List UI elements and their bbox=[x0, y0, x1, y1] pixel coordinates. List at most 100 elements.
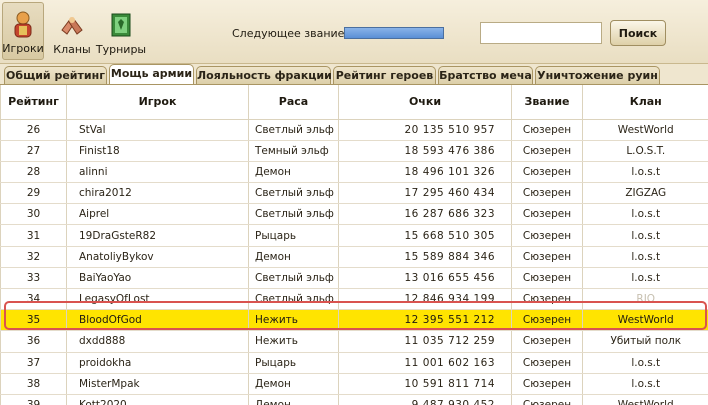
cell-player[interactable]: LegasyOfLost bbox=[66, 288, 249, 311]
cell-title: Сюзерен bbox=[511, 246, 583, 268]
table-row[interactable]: 31 19DraGsteR82 Рыцарь 15 668 510 305 Сю… bbox=[0, 224, 708, 247]
cell-player[interactable]: BloodOfGod bbox=[66, 309, 249, 332]
cell-clan[interactable]: ZIGZAG bbox=[582, 182, 708, 205]
header-race[interactable]: Раса bbox=[248, 85, 339, 120]
table-row-highlighted[interactable]: 35 BloodOfGod Нежить 12 395 551 212 Сюзе… bbox=[0, 309, 708, 332]
header-score[interactable]: Очки bbox=[338, 85, 512, 120]
cell-title: Сюзерен bbox=[511, 330, 583, 353]
cell-clan[interactable]: WestWorld bbox=[582, 394, 708, 405]
rating-tabs: Общий рейтинг Мощь армии Лояльность фрак… bbox=[0, 64, 708, 84]
cell-score: 17 295 460 434 bbox=[338, 182, 512, 205]
cell-clan[interactable]: Убитый полк bbox=[582, 330, 708, 353]
table-row[interactable]: 36 dxdd888 Нежить 11 035 712 259 Сюзерен… bbox=[0, 330, 708, 353]
cell-race: Нежить bbox=[248, 330, 339, 353]
cell-score: 16 287 686 323 bbox=[338, 203, 512, 226]
cell-title: Сюзерен bbox=[511, 352, 583, 374]
tab-ruins-destruction[interactable]: Уничтожение руин bbox=[535, 66, 660, 84]
clans-icon bbox=[57, 10, 87, 40]
cell-rank: 32 bbox=[0, 246, 67, 268]
table-row[interactable]: 37 proidokha Рыцарь 11 001 602 163 Сюзер… bbox=[0, 352, 708, 374]
cell-player[interactable]: alinni bbox=[66, 161, 249, 184]
table-row[interactable]: 26 StVal Светлый эльф 20 135 510 957 Сюз… bbox=[0, 119, 708, 141]
cell-title: Сюзерен bbox=[511, 140, 583, 162]
tab-army-power[interactable]: Мощь армии bbox=[109, 64, 194, 84]
cell-player[interactable]: proidokha bbox=[66, 352, 249, 374]
cell-rank: 29 bbox=[0, 182, 67, 205]
cell-score: 11 001 602 163 bbox=[338, 352, 512, 374]
cell-player[interactable]: Kott2020 bbox=[66, 394, 249, 405]
header-clan[interactable]: Клан bbox=[582, 85, 708, 120]
cell-clan[interactable]: l.o.s.t bbox=[582, 161, 708, 184]
cell-title: Сюзерен bbox=[511, 267, 583, 290]
next-rank-progress-bar bbox=[344, 27, 444, 39]
cell-rank: 27 bbox=[0, 140, 67, 162]
cell-player[interactable]: 19DraGsteR82 bbox=[66, 224, 249, 247]
cell-player[interactable]: Finist18 bbox=[66, 140, 249, 162]
cell-race: Демон bbox=[248, 246, 339, 268]
header-rank[interactable]: Рейтинг bbox=[0, 85, 67, 120]
nav-players-button[interactable]: Игроки bbox=[2, 2, 44, 60]
cell-title: Сюзерен bbox=[511, 224, 583, 247]
cell-rank: 33 bbox=[0, 267, 67, 290]
cell-race: Демон bbox=[248, 161, 339, 184]
cell-race: Демон bbox=[248, 373, 339, 395]
cell-rank: 38 bbox=[0, 373, 67, 395]
cell-player[interactable]: dxdd888 bbox=[66, 330, 249, 353]
search-button[interactable]: Поиск bbox=[610, 20, 666, 46]
cell-player[interactable]: MisterMpak bbox=[66, 373, 249, 395]
nav-players-label: Игроки bbox=[2, 42, 44, 55]
cell-clan[interactable]: l.o.s.t bbox=[582, 352, 708, 374]
cell-score: 12 395 551 212 bbox=[338, 309, 512, 332]
cell-player[interactable]: BaiYaoYao bbox=[66, 267, 249, 290]
cell-player[interactable]: Aiprel bbox=[66, 203, 249, 226]
nav-tournaments-button[interactable]: Турниры bbox=[96, 2, 146, 60]
cell-race: Демон bbox=[248, 394, 339, 405]
cell-score: 12 846 934 199 bbox=[338, 288, 512, 311]
table-row[interactable]: 27 Finist18 Темный эльф 18 593 476 386 С… bbox=[0, 140, 708, 162]
cell-title: Сюзерен bbox=[511, 182, 583, 205]
table-row[interactable]: 28 alinni Демон 18 496 101 326 Сюзерен l… bbox=[0, 161, 708, 184]
table-header-row: Рейтинг Игрок Раса Очки Звание Клан bbox=[0, 85, 708, 120]
cell-clan[interactable]: l.o.s.t bbox=[582, 246, 708, 268]
table-row[interactable]: 39 Kott2020 Демон 9 487 930 452 Сюзерен … bbox=[0, 394, 708, 405]
cell-clan[interactable]: l.o.s.t bbox=[582, 373, 708, 395]
tab-sword-brotherhood[interactable]: Братство меча bbox=[438, 66, 533, 84]
cell-player[interactable]: StVal bbox=[66, 119, 249, 141]
nav-clans-button[interactable]: Кланы bbox=[52, 2, 92, 60]
cell-race: Нежить bbox=[248, 309, 339, 332]
header-player[interactable]: Игрок bbox=[66, 85, 249, 120]
cell-score: 18 496 101 326 bbox=[338, 161, 512, 184]
cell-clan[interactable]: WestWorld bbox=[582, 119, 708, 141]
cell-race: Рыцарь bbox=[248, 352, 339, 374]
cell-score: 13 016 655 456 bbox=[338, 267, 512, 290]
header-title[interactable]: Звание bbox=[511, 85, 583, 120]
cell-score: 11 035 712 259 bbox=[338, 330, 512, 353]
cell-player[interactable]: AnatoliyBykov bbox=[66, 246, 249, 268]
tab-faction-loyalty[interactable]: Лояльность фракции bbox=[196, 66, 332, 84]
cell-score: 10 591 811 714 bbox=[338, 373, 512, 395]
table-row[interactable]: 29 chira2012 Светлый эльф 17 295 460 434… bbox=[0, 182, 708, 205]
table-row[interactable]: 38 MisterMpak Демон 10 591 811 714 Сюзер… bbox=[0, 373, 708, 395]
cell-player[interactable]: chira2012 bbox=[66, 182, 249, 205]
cell-score: 20 135 510 957 bbox=[338, 119, 512, 141]
cell-clan[interactable]: L.O.S.T. bbox=[582, 140, 708, 162]
cell-clan[interactable]: l.o.s.t bbox=[582, 267, 708, 290]
table-row[interactable]: 32 AnatoliyBykov Демон 15 589 884 346 Сю… bbox=[0, 246, 708, 268]
cell-rank: 39 bbox=[0, 394, 67, 405]
tournaments-icon bbox=[106, 10, 136, 40]
table-row[interactable]: 30 Aiprel Светлый эльф 16 287 686 323 Сю… bbox=[0, 203, 708, 226]
tab-general-rating[interactable]: Общий рейтинг bbox=[4, 66, 107, 84]
cell-clan[interactable]: RIO bbox=[582, 288, 708, 311]
cell-race: Светлый эльф bbox=[248, 288, 339, 311]
tab-hero-rating[interactable]: Рейтинг героев bbox=[333, 66, 436, 84]
cell-clan[interactable]: l.o.s.t bbox=[582, 224, 708, 247]
rating-table-container: Рейтинг Игрок Раса Очки Звание Клан 26 S… bbox=[0, 84, 708, 405]
table-row[interactable]: 34 LegasyOfLost Светлый эльф 12 846 934 … bbox=[0, 288, 708, 311]
cell-clan[interactable]: WestWorld bbox=[582, 309, 708, 332]
nav-tournaments-label: Турниры bbox=[95, 43, 147, 56]
search-input[interactable] bbox=[480, 22, 602, 44]
cell-race: Светлый эльф bbox=[248, 203, 339, 226]
table-row[interactable]: 33 BaiYaoYao Светлый эльф 13 016 655 456… bbox=[0, 267, 708, 290]
cell-rank: 26 bbox=[0, 119, 67, 141]
cell-clan[interactable]: l.o.s.t bbox=[582, 203, 708, 226]
